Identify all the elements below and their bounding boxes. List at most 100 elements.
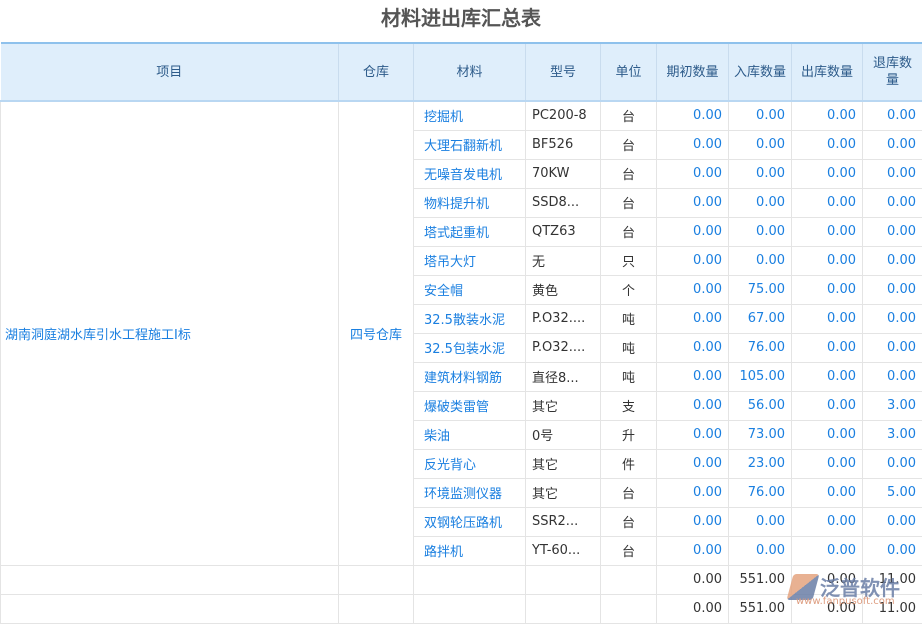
return-qty[interactable]: 0.00 bbox=[863, 304, 922, 333]
opening-qty[interactable]: 0.00 bbox=[657, 507, 729, 536]
project-cell[interactable]: 湖南洞庭湖水库引水工程施工I标 bbox=[1, 101, 339, 565]
opening-qty[interactable]: 0.00 bbox=[657, 217, 729, 246]
outbound-qty[interactable]: 0.00 bbox=[792, 333, 863, 362]
opening-qty[interactable]: 0.00 bbox=[657, 536, 729, 565]
opening-qty[interactable]: 0.00 bbox=[657, 101, 729, 130]
material-link[interactable]: 32.5散装水泥 bbox=[414, 304, 526, 333]
inbound-qty[interactable]: 0.00 bbox=[729, 159, 792, 188]
inbound-qty[interactable]: 105.00 bbox=[729, 362, 792, 391]
column-header[interactable]: 仓库 bbox=[339, 43, 414, 101]
inbound-qty[interactable]: 0.00 bbox=[729, 507, 792, 536]
material-link[interactable]: 安全帽 bbox=[414, 275, 526, 304]
inbound-qty[interactable]: 0.00 bbox=[729, 188, 792, 217]
outbound-qty[interactable]: 0.00 bbox=[792, 217, 863, 246]
opening-qty[interactable]: 0.00 bbox=[657, 275, 729, 304]
model-cell: 无 bbox=[526, 246, 601, 275]
material-link[interactable]: 物料提升机 bbox=[414, 188, 526, 217]
outbound-qty[interactable]: 0.00 bbox=[792, 449, 863, 478]
material-link[interactable]: 双钢轮压路机 bbox=[414, 507, 526, 536]
outbound-qty[interactable]: 0.00 bbox=[792, 246, 863, 275]
material-link[interactable]: 反光背心 bbox=[414, 449, 526, 478]
unit-cell: 吨 bbox=[601, 333, 657, 362]
opening-qty[interactable]: 0.00 bbox=[657, 159, 729, 188]
inbound-qty[interactable]: 76.00 bbox=[729, 333, 792, 362]
opening-qty[interactable]: 0.00 bbox=[657, 420, 729, 449]
return-qty[interactable]: 0.00 bbox=[863, 246, 922, 275]
column-header[interactable]: 型号 bbox=[526, 43, 601, 101]
outbound-qty[interactable]: 0.00 bbox=[792, 130, 863, 159]
return-qty[interactable]: 0.00 bbox=[863, 449, 922, 478]
material-link[interactable]: 挖掘机 bbox=[414, 101, 526, 130]
material-link[interactable]: 爆破类雷管 bbox=[414, 391, 526, 420]
inbound-qty[interactable]: 67.00 bbox=[729, 304, 792, 333]
column-header[interactable]: 期初数量 bbox=[657, 43, 729, 101]
return-qty[interactable]: 0.00 bbox=[863, 188, 922, 217]
material-link[interactable]: 塔式起重机 bbox=[414, 217, 526, 246]
opening-qty[interactable]: 0.00 bbox=[657, 246, 729, 275]
outbound-qty[interactable]: 0.00 bbox=[792, 362, 863, 391]
opening-qty[interactable]: 0.00 bbox=[657, 188, 729, 217]
column-header[interactable]: 项目 bbox=[1, 43, 339, 101]
outbound-qty[interactable]: 0.00 bbox=[792, 275, 863, 304]
return-qty[interactable]: 0.00 bbox=[863, 362, 922, 391]
opening-qty[interactable]: 0.00 bbox=[657, 478, 729, 507]
opening-qty[interactable]: 0.00 bbox=[657, 362, 729, 391]
opening-qty[interactable]: 0.00 bbox=[657, 333, 729, 362]
material-link[interactable]: 路拌机 bbox=[414, 536, 526, 565]
summary-table: 项目仓库材料型号单位期初数量入库数量出库数量退库数量 湖南洞庭湖水库引水工程施工… bbox=[0, 42, 922, 624]
material-link[interactable]: 环境监测仪器 bbox=[414, 478, 526, 507]
material-link[interactable]: 建筑材料钢筋 bbox=[414, 362, 526, 391]
return-qty[interactable]: 0.00 bbox=[863, 536, 922, 565]
outbound-qty[interactable]: 0.00 bbox=[792, 159, 863, 188]
inbound-qty[interactable]: 73.00 bbox=[729, 420, 792, 449]
inbound-qty[interactable]: 0.00 bbox=[729, 217, 792, 246]
return-qty[interactable]: 0.00 bbox=[863, 217, 922, 246]
outbound-qty[interactable]: 0.00 bbox=[792, 478, 863, 507]
material-link[interactable]: 大理石翻新机 bbox=[414, 130, 526, 159]
unit-cell: 升 bbox=[601, 420, 657, 449]
warehouse-cell[interactable]: 四号仓库 bbox=[339, 101, 414, 565]
material-link[interactable]: 32.5包装水泥 bbox=[414, 333, 526, 362]
outbound-qty[interactable]: 0.00 bbox=[792, 536, 863, 565]
return-qty[interactable]: 3.00 bbox=[863, 391, 922, 420]
return-qty[interactable]: 0.00 bbox=[863, 333, 922, 362]
inbound-qty[interactable]: 0.00 bbox=[729, 246, 792, 275]
material-link[interactable]: 无噪音发电机 bbox=[414, 159, 526, 188]
model-cell: PC200-8 bbox=[526, 101, 601, 130]
inbound-qty[interactable]: 0.00 bbox=[729, 130, 792, 159]
return-qty[interactable]: 0.00 bbox=[863, 130, 922, 159]
inbound-qty[interactable]: 23.00 bbox=[729, 449, 792, 478]
column-header[interactable]: 单位 bbox=[601, 43, 657, 101]
column-header[interactable]: 退库数量 bbox=[863, 43, 922, 101]
empty-cell bbox=[339, 565, 414, 594]
opening-qty[interactable]: 0.00 bbox=[657, 304, 729, 333]
inbound-qty[interactable]: 76.00 bbox=[729, 478, 792, 507]
column-header[interactable]: 材料 bbox=[414, 43, 526, 101]
opening-qty[interactable]: 0.00 bbox=[657, 449, 729, 478]
return-qty[interactable]: 0.00 bbox=[863, 507, 922, 536]
material-link[interactable]: 塔吊大灯 bbox=[414, 246, 526, 275]
inbound-qty[interactable]: 0.00 bbox=[729, 101, 792, 130]
outbound-qty[interactable]: 0.00 bbox=[792, 420, 863, 449]
return-qty[interactable]: 5.00 bbox=[863, 478, 922, 507]
total-return: 11.00 bbox=[863, 565, 922, 594]
inbound-qty[interactable]: 56.00 bbox=[729, 391, 792, 420]
return-qty[interactable]: 0.00 bbox=[863, 101, 922, 130]
outbound-qty[interactable]: 0.00 bbox=[792, 391, 863, 420]
column-header[interactable]: 出库数量 bbox=[792, 43, 863, 101]
outbound-qty[interactable]: 0.00 bbox=[792, 101, 863, 130]
return-qty[interactable]: 0.00 bbox=[863, 159, 922, 188]
column-header[interactable]: 入库数量 bbox=[729, 43, 792, 101]
outbound-qty[interactable]: 0.00 bbox=[792, 304, 863, 333]
model-cell: 其它 bbox=[526, 391, 601, 420]
outbound-qty[interactable]: 0.00 bbox=[792, 188, 863, 217]
inbound-qty[interactable]: 0.00 bbox=[729, 536, 792, 565]
return-qty[interactable]: 3.00 bbox=[863, 420, 922, 449]
outbound-qty[interactable]: 0.00 bbox=[792, 507, 863, 536]
inbound-qty[interactable]: 75.00 bbox=[729, 275, 792, 304]
empty-cell bbox=[526, 594, 601, 623]
material-link[interactable]: 柴油 bbox=[414, 420, 526, 449]
opening-qty[interactable]: 0.00 bbox=[657, 130, 729, 159]
return-qty[interactable]: 0.00 bbox=[863, 275, 922, 304]
opening-qty[interactable]: 0.00 bbox=[657, 391, 729, 420]
